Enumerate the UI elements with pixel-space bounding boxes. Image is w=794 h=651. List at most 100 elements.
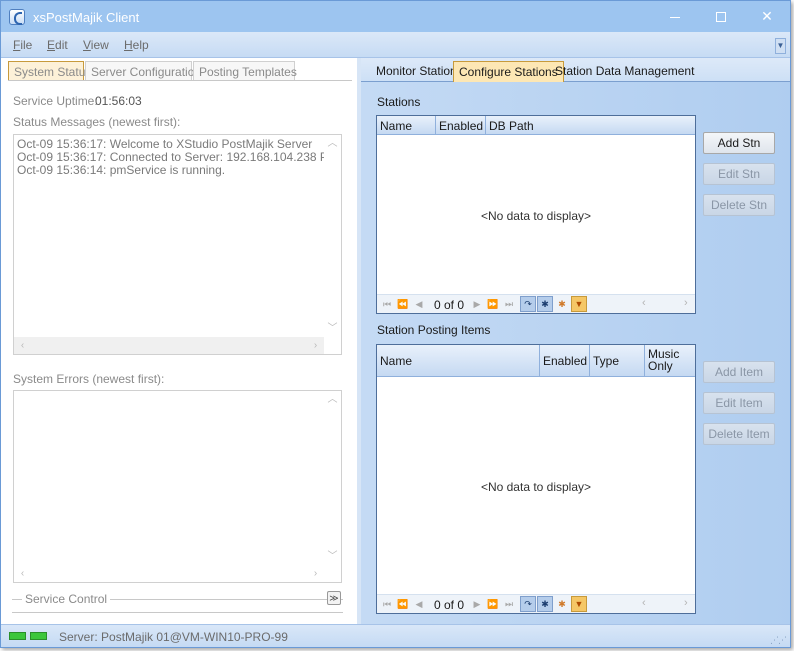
prev-record-icon[interactable]: ◀ — [411, 596, 427, 612]
refresh-icon[interactable]: ↷ — [520, 296, 536, 312]
append-icon[interactable]: ✱ — [537, 596, 553, 612]
scroll-left-icon[interactable]: ‹ — [642, 297, 646, 309]
add-station-button[interactable]: Add Stn — [703, 132, 775, 154]
add-item-button[interactable]: Add Item — [703, 361, 775, 383]
tab-configure-stations[interactable]: Configure Stations — [453, 61, 564, 82]
empty-message: <No data to display> — [480, 209, 592, 223]
delete-item-button[interactable]: Delete Item — [703, 423, 775, 445]
menu-overflow-button[interactable]: ▼ — [775, 38, 786, 54]
service-control-group: Service Control ≫ — [12, 591, 343, 613]
scroll-left-icon[interactable]: ‹ — [14, 565, 31, 582]
column-name[interactable]: Name — [377, 116, 436, 134]
resize-grip-icon[interactable]: ⋰⋰ — [770, 635, 787, 646]
uptime-label: Service Uptime: — [13, 94, 98, 108]
delete-station-button[interactable]: Delete Stn — [703, 194, 775, 216]
scroll-up-icon[interactable]: ︿ — [324, 135, 341, 152]
minimize-icon — [670, 16, 680, 18]
service-control-label: Service Control — [22, 592, 111, 606]
insert-icon[interactable]: ✱ — [554, 596, 570, 612]
next-page-icon[interactable]: ⏩ — [485, 296, 501, 312]
minimize-button[interactable] — [652, 1, 698, 32]
posting-items-grid-header: Name Enabled Type Music Only — [377, 345, 695, 377]
column-music-only-line2: Only — [648, 359, 673, 373]
record-count: 0 of 0 — [434, 598, 465, 612]
edit-item-button[interactable]: Edit Item — [703, 392, 775, 414]
refresh-icon[interactable]: ↷ — [520, 596, 536, 612]
close-icon: ✕ — [761, 8, 773, 24]
tab-server-configuration[interactable]: Server Configuration — [85, 61, 201, 81]
first-page-icon[interactable]: ⏮ — [379, 596, 395, 612]
column-type[interactable]: Type — [590, 345, 645, 376]
close-button[interactable]: ✕ — [744, 1, 790, 32]
status-messages-list[interactable]: Oct-09 15:36:17: Welcome to XStudio Post… — [13, 134, 342, 355]
first-page-icon[interactable]: ⏮ — [379, 296, 395, 312]
posting-items-title: Station Posting Items — [377, 323, 491, 337]
tab-station-data-management[interactable]: Station Data Management — [550, 61, 699, 82]
scroll-left-icon[interactable]: ‹ — [14, 337, 31, 354]
column-name[interactable]: Name — [377, 345, 540, 376]
window-title: xsPostMajik Client — [33, 10, 140, 25]
scroll-right-icon[interactable]: › — [684, 597, 688, 609]
tab-divider — [8, 80, 352, 81]
empty-message: <No data to display> — [480, 480, 592, 494]
menu-view[interactable]: View — [83, 38, 109, 52]
insert-icon[interactable]: ✱ — [554, 296, 570, 312]
vertical-scrollbar[interactable]: ︿ ﹀ — [324, 135, 341, 337]
maximize-button[interactable] — [698, 1, 744, 32]
vertical-scrollbar[interactable]: ︿ ﹀ — [324, 391, 341, 565]
maximize-icon — [716, 12, 726, 23]
prev-page-icon[interactable]: ⏪ — [395, 596, 411, 612]
scroll-down-icon[interactable]: ﹀ — [324, 320, 341, 337]
menu-bar: File Edit View Help ▼ — [1, 32, 790, 58]
chevron-down-icon: ▼ — [776, 41, 785, 50]
menu-help[interactable]: Help — [124, 38, 149, 52]
stations-grid[interactable]: Name Enabled DB Path <No data to display… — [376, 115, 696, 314]
prev-page-icon[interactable]: ⏪ — [395, 296, 411, 312]
tab-system-status[interactable]: System Status — [8, 61, 91, 81]
filter-icon[interactable]: ▼ — [571, 296, 587, 312]
column-db-path[interactable]: DB Path — [486, 116, 695, 134]
uptime-value: 01:56:03 — [95, 94, 142, 108]
double-chevron-down-icon: ≫ — [329, 593, 339, 603]
expand-button[interactable]: ≫ — [327, 591, 341, 605]
filter-icon[interactable]: ▼ — [571, 596, 587, 612]
prev-record-icon[interactable]: ◀ — [411, 296, 427, 312]
grid-navigator: ⏮ ⏪ ◀ 0 of 0 ▶ ⏩ ⏭ ↷ ✱ ✱ ▼ ‹ › — [377, 294, 695, 313]
log-entry: Oct-09 15:36:17: Connected to Server: 19… — [17, 150, 342, 164]
system-errors-list[interactable]: ︿ ﹀ ‹ › — [13, 390, 342, 583]
tab-posting-templates[interactable]: Posting Templates — [193, 61, 297, 81]
column-music-only[interactable]: Music Only — [645, 345, 695, 376]
column-enabled[interactable]: Enabled — [540, 345, 590, 376]
scroll-down-icon[interactable]: ﹀ — [324, 548, 341, 565]
grid-navigator: ⏮ ⏪ ◀ 0 of 0 ▶ ⏩ ⏭ ↷ ✱ ✱ ▼ ‹ › — [377, 594, 695, 613]
last-page-icon[interactable]: ⏭ — [501, 296, 517, 312]
tab-monitor-station[interactable]: Monitor Station — [371, 61, 462, 82]
scroll-up-icon[interactable]: ︿ — [324, 391, 341, 408]
scroll-left-icon[interactable]: ‹ — [642, 597, 646, 609]
status-led-icon — [9, 632, 26, 640]
scroll-right-icon[interactable]: › — [307, 337, 324, 354]
column-enabled[interactable]: Enabled — [436, 116, 486, 134]
right-tab-strip: Monitor Station Configure Stations Stati… — [361, 58, 790, 82]
title-bar: xsPostMajik Client ✕ — [1, 1, 790, 32]
system-errors-label: System Errors (newest first): — [13, 372, 165, 386]
horizontal-scrollbar[interactable]: ‹ › — [14, 337, 324, 354]
append-icon[interactable]: ✱ — [537, 296, 553, 312]
next-record-icon[interactable]: ▶ — [469, 296, 485, 312]
menu-edit[interactable]: Edit — [47, 38, 68, 52]
app-logo-icon — [9, 9, 25, 25]
next-page-icon[interactable]: ⏩ — [485, 596, 501, 612]
status-bar: Server: PostMajik 01@VM-WIN10-PRO-99 ⋰⋰ — [1, 624, 790, 647]
scroll-right-icon[interactable]: › — [684, 297, 688, 309]
edit-station-button[interactable]: Edit Stn — [703, 163, 775, 185]
status-messages-label: Status Messages (newest first): — [13, 115, 181, 129]
left-pane: System Status Server Configuration Posti… — [1, 58, 357, 647]
menu-file[interactable]: File — [13, 38, 32, 52]
stations-grid-header: Name Enabled DB Path — [377, 116, 695, 135]
scroll-right-icon[interactable]: › — [307, 565, 324, 582]
next-record-icon[interactable]: ▶ — [469, 596, 485, 612]
posting-items-grid[interactable]: Name Enabled Type Music Only <No data to … — [376, 344, 696, 614]
horizontal-scrollbar[interactable]: ‹ › — [14, 565, 324, 582]
record-count: 0 of 0 — [434, 298, 465, 312]
last-page-icon[interactable]: ⏭ — [501, 596, 517, 612]
